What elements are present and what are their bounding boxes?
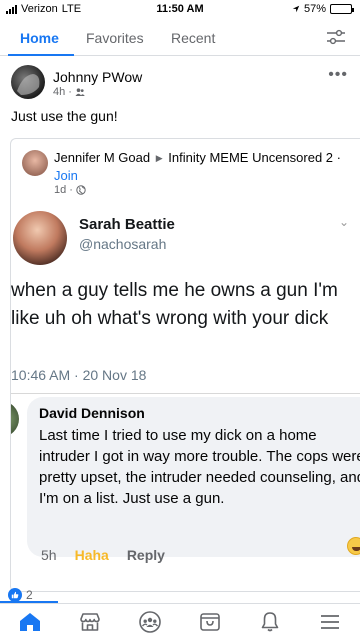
tweet-text: when a guy tells me he owns a gun I'm li… xyxy=(11,280,338,329)
haha-emoji-icon xyxy=(347,537,360,555)
author-avatar[interactable] xyxy=(11,65,45,99)
battery-icon xyxy=(330,4,354,14)
triangle-right-icon: ▶ xyxy=(155,153,163,163)
comment-bubble: David Dennison Last time I tried to use … xyxy=(27,397,360,557)
tweet-timestamp: 10:46 AM · 20 Nov 18 xyxy=(11,367,147,383)
group-name[interactable]: Infinity MEME Uncensored 2 xyxy=(168,150,333,165)
shared-post-header: Jennifer M Goad ▶ Infinity MEME Uncensor… xyxy=(54,150,341,183)
tweet-handle: @nachosarah xyxy=(79,236,167,252)
marketplace-icon[interactable] xyxy=(78,610,102,634)
shared-post[interactable]: Jennifer M Goad ▶ Infinity MEME Uncensor… xyxy=(10,138,360,592)
comment-actions: 5h Haha Reply xyxy=(41,547,165,563)
reaction-summary[interactable]: 2 xyxy=(8,588,33,602)
status-bar: Verizon LTE 11:50 AM 57% xyxy=(0,0,360,20)
menu-icon[interactable] xyxy=(318,610,342,634)
tweet-name: Sarah Beattie xyxy=(79,216,175,233)
bottom-navigation xyxy=(0,603,360,640)
comment-author: David Dennison xyxy=(39,405,145,421)
comment-avatar xyxy=(11,401,19,437)
status-right: 57% xyxy=(292,3,354,15)
tab-recent[interactable]: Recent xyxy=(171,30,215,46)
post-meta: 4h · xyxy=(53,86,85,98)
shared-post-meta: 1d · xyxy=(54,184,86,196)
globe-icon xyxy=(76,185,86,195)
join-group-link[interactable]: Join xyxy=(54,168,78,183)
battery-percent: 57% xyxy=(303,3,326,15)
post-text: Just use the gun! xyxy=(11,108,118,124)
notifications-icon[interactable] xyxy=(258,610,282,634)
reaction-count: 2 xyxy=(26,588,33,602)
comment-time: 5h xyxy=(41,547,57,563)
comment-text: Last time I tried to use my dick on a ho… xyxy=(39,427,360,507)
friends-icon xyxy=(75,88,85,96)
location-arrow-icon xyxy=(292,5,300,13)
shared-post-time: 1d xyxy=(54,184,67,196)
more-options-icon[interactable]: ••• xyxy=(328,66,348,84)
comment-reply: Reply xyxy=(126,547,165,563)
tab-favorites[interactable]: Favorites xyxy=(86,30,144,46)
divider xyxy=(11,393,360,394)
shop-icon[interactable] xyxy=(198,610,222,634)
shared-author-avatar[interactable] xyxy=(22,150,48,176)
comment-reaction: Haha xyxy=(74,547,109,563)
active-tab-indicator xyxy=(8,54,74,56)
tweet-avatar xyxy=(13,211,67,265)
filter-icon[interactable] xyxy=(326,29,346,45)
post-time: 4h xyxy=(53,86,66,98)
chevron-down-icon: ⌄ xyxy=(338,215,349,229)
like-icon xyxy=(8,588,22,602)
feed-tabs: Home Favorites Recent xyxy=(0,20,360,56)
tab-home[interactable]: Home xyxy=(20,30,59,46)
post-author[interactable]: Johnny PWow xyxy=(53,69,142,85)
shared-author[interactable]: Jennifer M Goad xyxy=(54,150,150,165)
groups-icon[interactable] xyxy=(138,610,162,634)
meme-image[interactable]: Sarah Beattie @nachosarah ⌄ when a guy t… xyxy=(11,205,360,591)
home-icon[interactable] xyxy=(18,610,42,634)
